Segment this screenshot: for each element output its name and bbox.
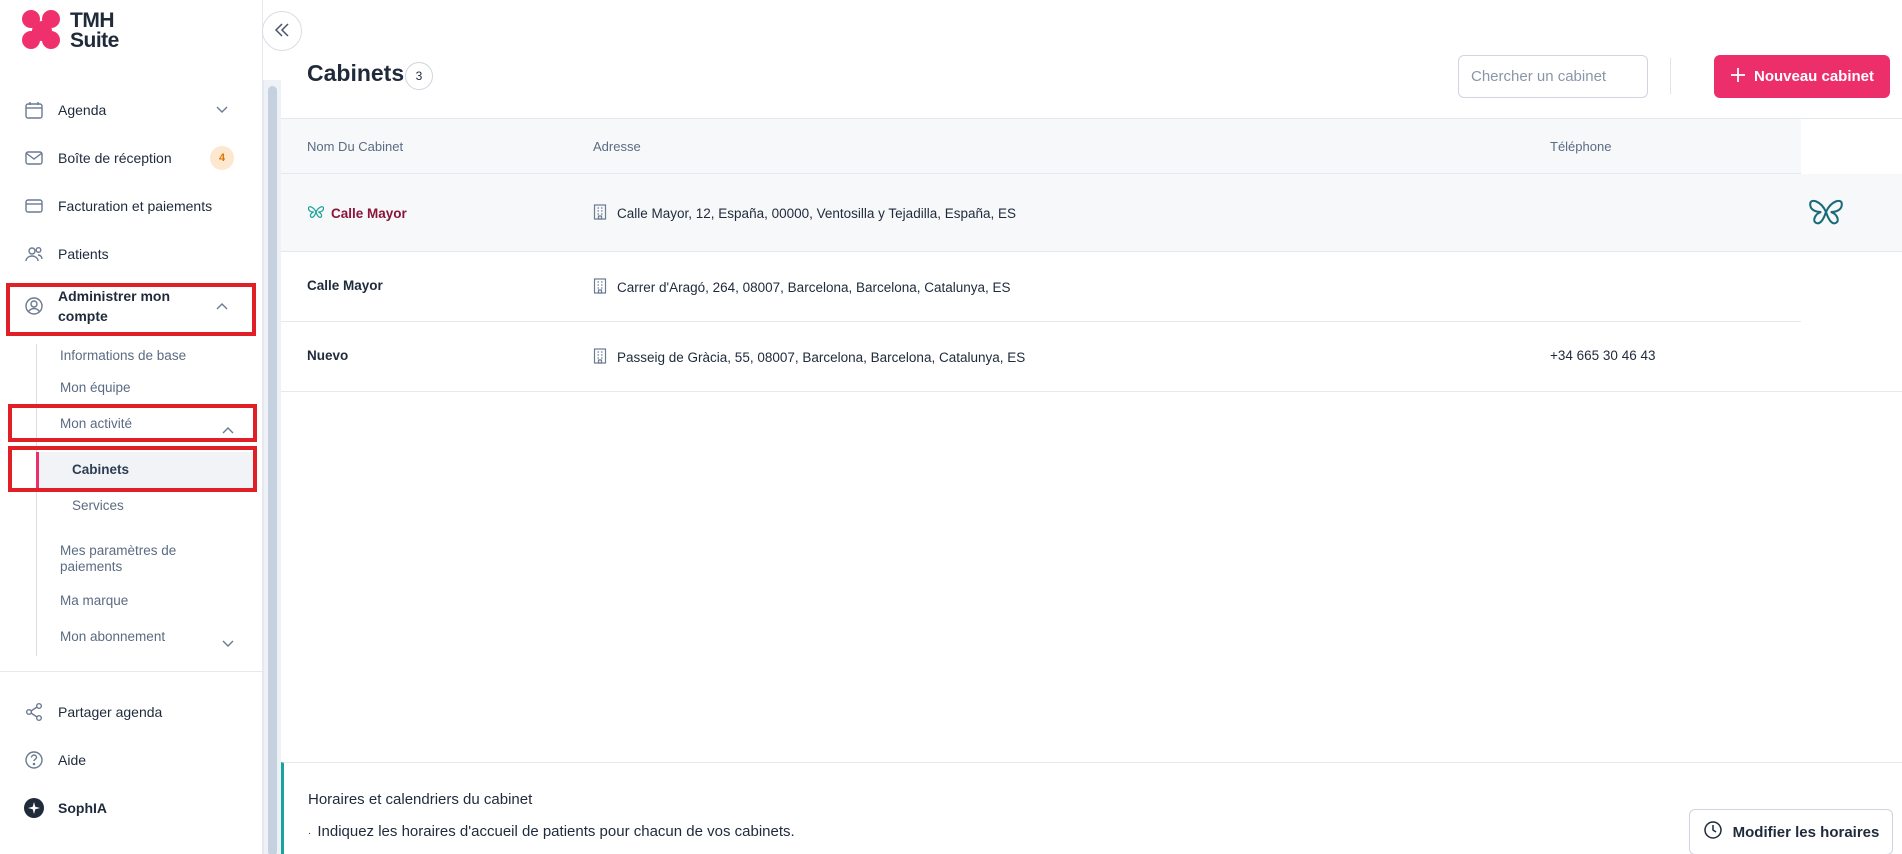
schedule-panel: Horaires et calendriers du cabinet · Indi… bbox=[281, 762, 1902, 854]
new-cabinet-label: Nouveau cabinet bbox=[1753, 68, 1875, 85]
sidebar-item-label: Agenda bbox=[58, 102, 107, 118]
bullet-icon: · bbox=[308, 828, 312, 839]
column-header-name: Nom Du Cabinet bbox=[307, 139, 404, 154]
sidebar-item-agenda[interactable]: Agenda bbox=[0, 90, 263, 130]
sidebar-divider bbox=[0, 671, 263, 672]
credit-card-icon bbox=[22, 194, 46, 218]
submenu-item-payment-settings[interactable]: Mes paramètres de paiements bbox=[60, 543, 210, 575]
schedule-panel-title: Horaires et calendriers du cabinet bbox=[308, 791, 533, 808]
collapse-sidebar-button[interactable] bbox=[262, 11, 302, 51]
chevron-down-icon bbox=[222, 635, 234, 653]
calendar-icon bbox=[22, 98, 46, 122]
cabinet-name: Calle Mayor bbox=[307, 278, 383, 293]
building-icon bbox=[593, 278, 607, 297]
submenu-item-basic-info[interactable]: Informations de base bbox=[60, 348, 186, 363]
cabinet-name: Nuevo bbox=[307, 348, 349, 363]
sidebar-scrollbar[interactable] bbox=[263, 80, 281, 854]
sidebar-item-label: Partager agenda bbox=[58, 704, 163, 720]
highlight-box-activity bbox=[8, 404, 257, 442]
logo-line-1: TMH bbox=[70, 9, 114, 32]
count-badge: 3 bbox=[405, 62, 433, 90]
help-icon bbox=[22, 748, 46, 772]
sidebar-item-label: Facturation et paiements bbox=[58, 198, 213, 214]
plus-icon bbox=[1730, 67, 1746, 87]
users-icon bbox=[22, 242, 46, 266]
building-icon bbox=[593, 204, 607, 223]
sidebar-item-inbox[interactable]: Boîte de réception 4 bbox=[0, 138, 263, 178]
highlight-box-account bbox=[6, 283, 256, 336]
new-cabinet-button[interactable]: Nouveau cabinet bbox=[1714, 55, 1890, 98]
cabinet-name: Calle Mayor bbox=[331, 206, 407, 221]
sidebar-item-share-agenda[interactable]: Partager agenda bbox=[0, 692, 263, 732]
cabinet-address: Calle Mayor, 12, España, 00000, Ventosil… bbox=[617, 206, 1017, 221]
schedule-panel-description: Indiquez les horaires d'accueil de patie… bbox=[317, 823, 795, 840]
table-row[interactable]: Calle Mayor Carrer d'Aragó, 264, 08007, … bbox=[281, 252, 1801, 322]
cabinet-phone: +34 665 30 46 43 bbox=[1550, 348, 1656, 363]
share-icon bbox=[22, 700, 46, 724]
table-row[interactable]: Nuevo Passeig de Gràcia, 55, 08007, Barc… bbox=[281, 322, 1902, 392]
edit-hours-label: Modifier les horaires bbox=[1732, 823, 1880, 841]
clock-icon bbox=[1703, 820, 1723, 844]
sidebar: TMH Suite Agenda Boîte de réception 4 Fa… bbox=[0, 0, 263, 854]
logo-icon bbox=[22, 10, 64, 52]
table-header: Nom Du Cabinet Adresse Téléphone bbox=[281, 118, 1902, 174]
submenu-item-subscription[interactable]: Mon abonnement bbox=[60, 629, 165, 644]
double-chevron-left-icon bbox=[274, 20, 290, 43]
logo-line-2: Suite bbox=[70, 29, 119, 52]
sidebar-item-patients[interactable]: Patients bbox=[0, 234, 263, 274]
butterfly-icon bbox=[307, 204, 325, 223]
app-logo[interactable]: TMH Suite bbox=[22, 10, 119, 52]
main-content: Cabinets 3 Nouveau cabinet Nom Du Cabine… bbox=[281, 0, 1902, 854]
submenu-item-my-team[interactable]: Mon équipe bbox=[60, 380, 131, 395]
table-row[interactable]: Calle Mayor Calle Mayor, 12, España, 000… bbox=[281, 174, 1902, 252]
cabinet-address: Passeig de Gràcia, 55, 08007, Barcelona,… bbox=[617, 350, 1026, 365]
toolbar-divider bbox=[1670, 58, 1671, 94]
chevron-down-icon bbox=[216, 103, 228, 117]
cabinet-address: Carrer d'Aragó, 264, 08007, Barcelona, B… bbox=[617, 280, 1011, 295]
edit-hours-button[interactable]: Modifier les horaires bbox=[1689, 809, 1893, 854]
sidebar-item-billing[interactable]: Facturation et paiements bbox=[0, 186, 263, 226]
search-input[interactable] bbox=[1458, 55, 1648, 98]
submenu-item-my-brand[interactable]: Ma marque bbox=[60, 593, 128, 608]
sidebar-item-help[interactable]: Aide bbox=[0, 740, 263, 780]
page-title: Cabinets bbox=[307, 60, 405, 86]
column-header-address: Adresse bbox=[593, 139, 641, 154]
sidebar-item-label: Patients bbox=[58, 246, 109, 262]
sidebar-item-sophia[interactable]: SophIA bbox=[0, 788, 263, 828]
submenu-item-services[interactable]: Services bbox=[72, 498, 124, 513]
submenu-guide-line bbox=[36, 344, 37, 656]
sparkle-icon bbox=[22, 796, 46, 820]
unread-badge: 4 bbox=[210, 146, 234, 170]
sidebar-item-label: SophIA bbox=[58, 800, 107, 816]
column-header-phone: Téléphone bbox=[1550, 139, 1612, 154]
butterfly-icon bbox=[1807, 196, 1845, 233]
sidebar-item-label: Boîte de réception bbox=[58, 150, 172, 166]
sidebar-item-label: Aide bbox=[58, 752, 87, 768]
building-icon bbox=[593, 348, 607, 367]
highlight-box-cabinets bbox=[8, 446, 257, 492]
mail-icon bbox=[22, 146, 46, 170]
scrollbar-thumb[interactable] bbox=[268, 86, 277, 854]
